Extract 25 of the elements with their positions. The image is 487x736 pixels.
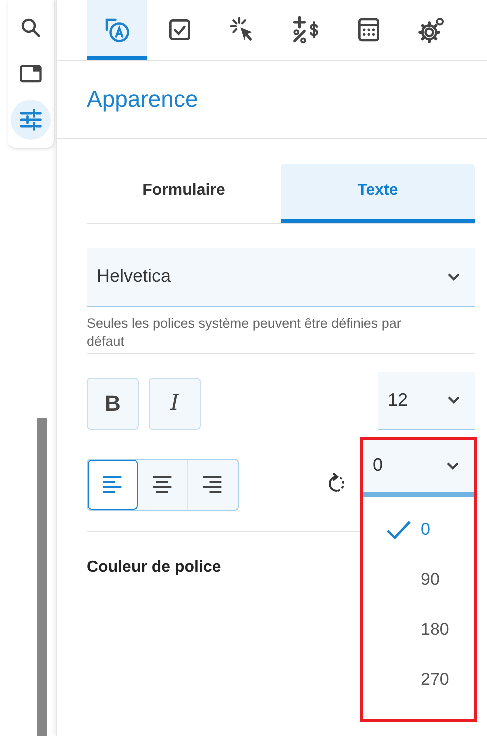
align-left-button[interactable] xyxy=(88,460,138,510)
dropdown-option[interactable]: 180 xyxy=(363,604,474,655)
check-icon xyxy=(386,520,412,540)
chevron-icon xyxy=(447,395,461,406)
settings-icon xyxy=(417,15,447,45)
number-format-icon xyxy=(291,15,321,45)
font-select[interactable]: Helvetica xyxy=(87,248,475,307)
mode-tab[interactable]: Texte xyxy=(281,164,475,223)
rotation-select[interactable]: 0 xyxy=(363,440,474,497)
chevron-icon xyxy=(446,460,460,471)
sliders-icon xyxy=(18,107,44,133)
dropdown-option[interactable]: 90 xyxy=(363,554,474,605)
help-text: Seules les polices système peuvent être définies par défaut xyxy=(87,314,475,354)
mode-tab[interactable]: Formulaire xyxy=(87,164,281,223)
bold-button[interactable]: B xyxy=(87,378,139,430)
size-select[interactable]: 12 xyxy=(378,372,475,430)
dropdown-option[interactable]: 270 xyxy=(363,654,474,705)
search-icon xyxy=(19,16,43,40)
italic-button[interactable]: I xyxy=(149,378,201,430)
panel-title: Apparence xyxy=(87,85,200,114)
field-label: Couleur de police xyxy=(87,558,222,578)
dropdown-option[interactable]: 0 xyxy=(363,504,474,555)
chevron-icon xyxy=(447,272,461,282)
rail-button[interactable] xyxy=(11,100,51,140)
scrollbar[interactable] xyxy=(37,418,47,736)
